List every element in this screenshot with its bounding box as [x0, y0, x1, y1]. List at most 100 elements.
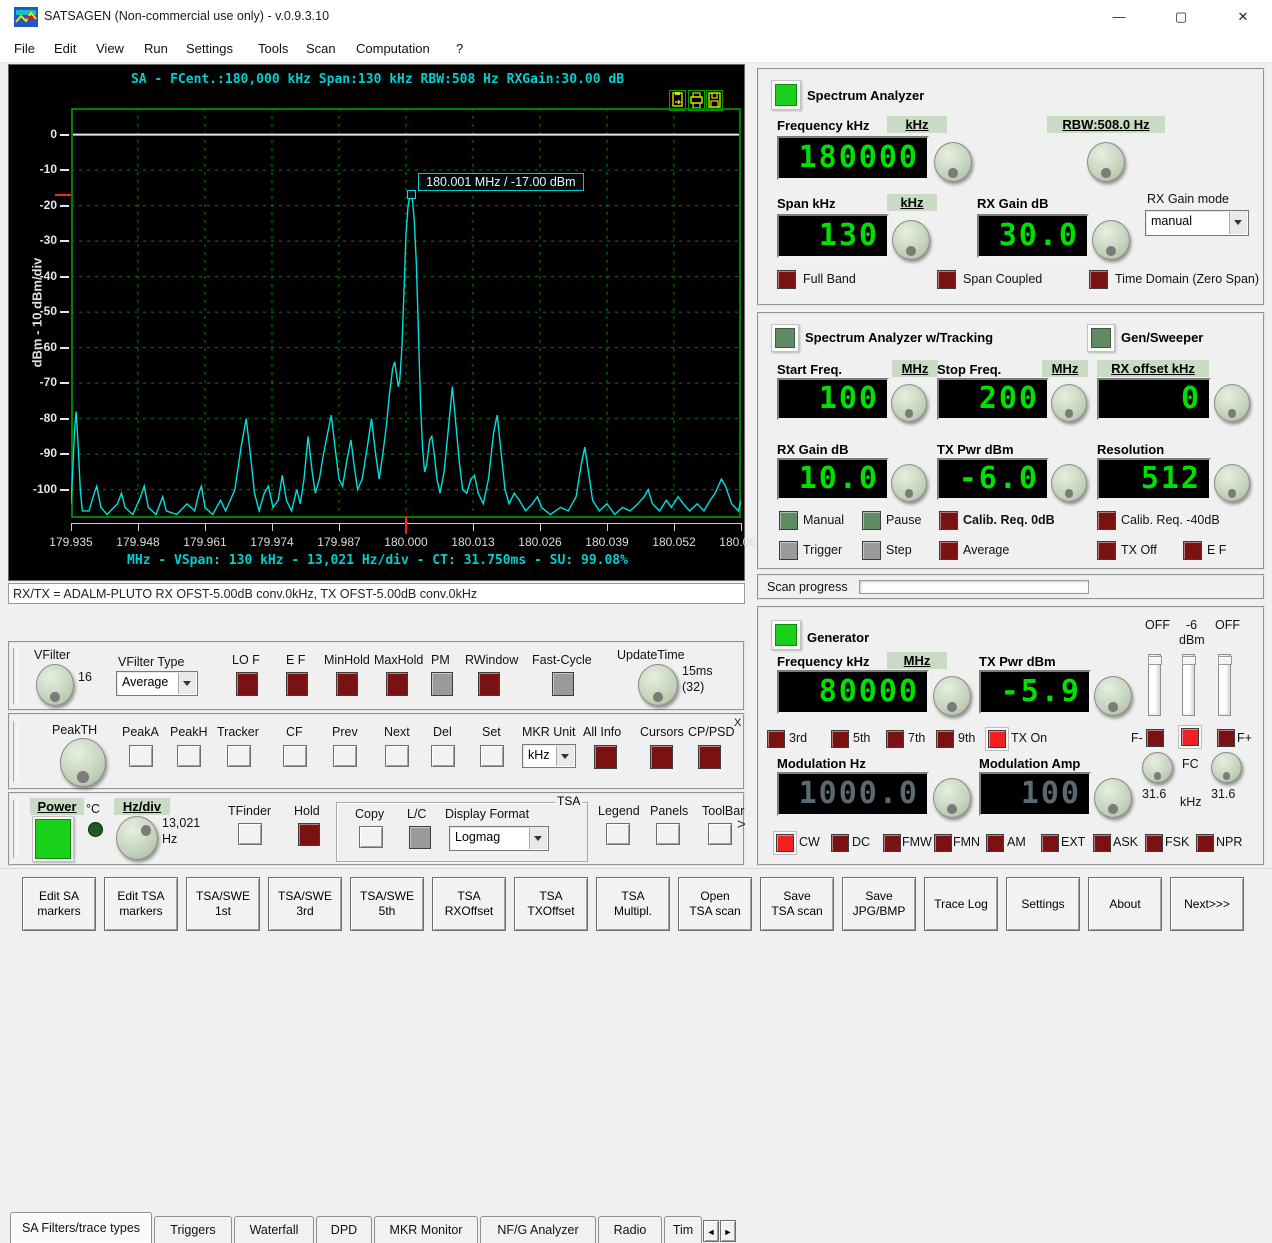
open-tsa-scan-button[interactable]: Open TSA scan — [678, 877, 752, 931]
trk-resolution-display[interactable]: 512 — [1097, 458, 1211, 500]
ef2-toggle[interactable] — [1183, 541, 1202, 560]
tracking-enable-toggle[interactable] — [775, 328, 795, 348]
gen-txpwr-knob[interactable] — [1094, 676, 1132, 716]
power-button[interactable] — [35, 819, 71, 859]
sa-rbw-knob[interactable] — [1087, 142, 1125, 182]
del-button[interactable] — [431, 745, 455, 767]
tab-tim[interactable]: Tim — [664, 1216, 702, 1243]
calib-40db-toggle[interactable] — [1097, 511, 1116, 530]
start-freq-display[interactable]: 100 — [777, 378, 889, 420]
trk-txpwr-knob[interactable] — [1051, 464, 1087, 502]
f-minus-toggle[interactable] — [1146, 729, 1164, 747]
more-arrow[interactable]: > — [737, 816, 746, 833]
slider-handle[interactable] — [1182, 656, 1196, 665]
mode-ext-toggle[interactable] — [1041, 834, 1059, 852]
set-button[interactable] — [480, 745, 504, 767]
menu-scan[interactable]: Scan — [302, 39, 340, 58]
f-plus-knob[interactable] — [1211, 752, 1242, 783]
mode-ask-toggle[interactable] — [1093, 834, 1111, 852]
menu-help[interactable]: ? — [452, 39, 467, 58]
tab-scroll-left[interactable]: ◄ — [703, 1220, 719, 1242]
vfilter-knob[interactable] — [36, 664, 74, 706]
maximize-button[interactable]: ▢ — [1158, 0, 1204, 33]
chevron-down-icon[interactable] — [1229, 212, 1247, 234]
mode-cw-toggle[interactable] — [774, 832, 796, 854]
average-toggle[interactable] — [939, 541, 958, 560]
trk-resolution-knob[interactable] — [1214, 464, 1250, 502]
panels-button[interactable] — [656, 823, 680, 845]
cp-psd-toggle[interactable] — [698, 745, 721, 769]
prev-button[interactable] — [333, 745, 357, 767]
stop-freq-display[interactable]: 200 — [937, 378, 1049, 420]
peaka-button[interactable] — [129, 745, 153, 767]
copy-button[interactable] — [359, 826, 383, 848]
hzdiv-chip[interactable]: Hz/div — [114, 798, 170, 815]
about-button[interactable]: About — [1088, 877, 1162, 931]
modulation-hz-display[interactable]: 1000.0 — [777, 772, 929, 816]
tab-radio[interactable]: Radio — [598, 1216, 662, 1243]
harm-3rd-toggle[interactable] — [767, 730, 785, 748]
gen-frequency-display[interactable]: 80000 — [777, 670, 929, 714]
tsa-txoffset-button[interactable]: TSA TXOffset — [514, 877, 588, 931]
tx-on-toggle[interactable] — [986, 728, 1008, 750]
trk-txpwr-display[interactable]: -6.0 — [937, 458, 1049, 500]
mode-npr-toggle[interactable] — [1196, 834, 1214, 852]
f-plus-toggle[interactable] — [1217, 729, 1235, 747]
fc-toggle[interactable] — [1179, 726, 1201, 748]
f-minus-knob[interactable] — [1142, 752, 1173, 783]
tx-level-slider-2[interactable] — [1182, 654, 1196, 716]
trigger-toggle[interactable] — [779, 541, 798, 560]
minimize-button[interactable]: — — [1096, 0, 1142, 33]
trk-rxgain-knob[interactable] — [891, 464, 927, 502]
start-freq-knob[interactable] — [891, 384, 927, 422]
menu-view[interactable]: View — [92, 39, 128, 58]
tab-mkr-monitor[interactable]: MKR Monitor — [374, 1216, 478, 1243]
hzdiv-knob[interactable] — [116, 816, 158, 860]
span-coupled-toggle[interactable] — [937, 270, 956, 289]
rx-offset-knob[interactable] — [1214, 384, 1250, 422]
peakh-button[interactable] — [177, 745, 201, 767]
sa-enable-toggle[interactable] — [775, 84, 797, 106]
updatetime-knob[interactable] — [638, 664, 678, 706]
modulation-amp-knob[interactable] — [1094, 778, 1132, 818]
hold-toggle[interactable] — [298, 823, 320, 846]
mkr-unit-select[interactable]: kHz — [522, 744, 576, 768]
full-band-toggle[interactable] — [777, 270, 796, 289]
tsa-swe-1st-button[interactable]: TSA/SWE 1st — [186, 877, 260, 931]
menu-settings[interactable]: Settings — [182, 39, 237, 58]
modulation-hz-knob[interactable] — [933, 778, 971, 818]
save-tsa-scan-button[interactable]: Save TSA scan — [760, 877, 834, 931]
sa-rxgain-mode-select[interactable]: manual — [1145, 210, 1249, 236]
vfilter-type-select[interactable]: Average — [116, 671, 198, 696]
modulation-amp-display[interactable]: 100 — [979, 772, 1091, 816]
chevron-down-icon[interactable] — [178, 673, 196, 694]
slider-handle[interactable] — [1218, 656, 1232, 665]
manual-toggle[interactable] — [779, 511, 798, 530]
maxhold-toggle[interactable] — [386, 672, 408, 696]
menu-tools[interactable]: Tools — [254, 39, 292, 58]
edit-sa-markers-button[interactable]: Edit SA markers — [22, 877, 96, 931]
tx-level-slider-1[interactable] — [1148, 654, 1162, 716]
sa-rxgain-knob[interactable] — [1092, 220, 1130, 260]
gen-frequency-knob[interactable] — [933, 676, 971, 716]
close-button[interactable]: ✕ — [1220, 0, 1266, 33]
harm-5th-toggle[interactable] — [831, 730, 849, 748]
menu-file[interactable]: File — [10, 39, 39, 58]
tab-dpd[interactable]: DPD — [316, 1216, 372, 1243]
harm-7th-toggle[interactable] — [886, 730, 904, 748]
start-freq-unit-chip[interactable]: MHz — [892, 360, 938, 377]
tsa-rxoffset-button[interactable]: TSA RXOffset — [432, 877, 506, 931]
rx-offset-display[interactable]: 0 — [1097, 378, 1211, 420]
tab-waterfall[interactable]: Waterfall — [234, 1216, 314, 1243]
rwindow-toggle[interactable] — [478, 672, 500, 696]
next-button[interactable]: Next>>> — [1170, 877, 1244, 931]
cursors-toggle[interactable] — [650, 745, 673, 769]
sa-frequency-knob[interactable] — [934, 142, 972, 182]
gen-txpwr-display[interactable]: -5.9 — [979, 670, 1091, 714]
trace-log-button[interactable]: Trace Log — [924, 877, 998, 931]
mode-dc-toggle[interactable] — [831, 834, 849, 852]
mode-fmn-toggle[interactable] — [934, 834, 952, 852]
display-format-select[interactable]: Logmag — [449, 826, 549, 851]
mode-am-toggle[interactable] — [986, 834, 1004, 852]
calib-0db-toggle[interactable] — [939, 511, 958, 530]
